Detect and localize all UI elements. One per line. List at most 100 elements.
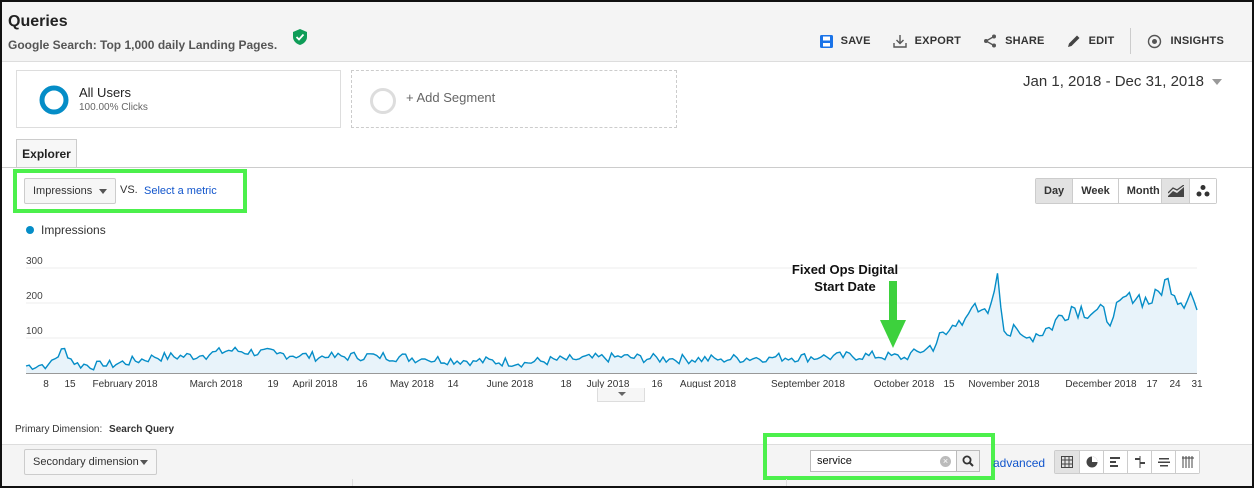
x-tick-label: 14: [447, 379, 459, 388]
page-subtitle: Google Search: Top 1,000 daily Landing P…: [8, 38, 278, 52]
granularity-toggle: Day Week Month: [1035, 178, 1169, 204]
comparison-view-button[interactable]: [1127, 451, 1151, 473]
chart-legend: Impressions: [26, 223, 106, 237]
save-button[interactable]: SAVE: [819, 34, 871, 48]
share-label: SHARE: [1005, 35, 1045, 47]
secondary-dimension-dropdown[interactable]: Secondary dimension: [24, 449, 157, 475]
legend-dot-icon: [26, 226, 34, 234]
secondary-dimension-label: Secondary dimension: [33, 456, 139, 468]
date-range-text: Jan 1, 2018 - Dec 31, 2018: [1023, 73, 1204, 90]
chart-annotation: Fixed Ops Digital Start Date: [783, 261, 907, 295]
page-title: Queries: [8, 13, 68, 30]
download-icon: [892, 34, 907, 48]
x-tick-label: 16: [651, 379, 663, 388]
x-tick-label: December 2018: [1065, 379, 1137, 388]
segment-subtext: 100.00% Clicks: [79, 102, 148, 113]
line-chart-icon: [1167, 185, 1184, 197]
annotation-line-1: Fixed Ops Digital: [791, 262, 899, 277]
x-tick-label: May 2018: [390, 379, 434, 388]
y-tick-label: 200: [26, 291, 43, 302]
bubbles-icon: [1196, 185, 1210, 197]
toolbar-divider: [1130, 28, 1132, 54]
pie-view-button[interactable]: [1079, 451, 1103, 473]
edit-label: EDIT: [1088, 35, 1115, 47]
term-cloud-view-button[interactable]: [1151, 451, 1175, 473]
primary-dimension: Primary Dimension: Search Query: [15, 424, 174, 435]
share-icon: [984, 34, 997, 48]
x-tick-label: 16: [356, 379, 368, 388]
primary-dimension-value[interactable]: Search Query: [109, 424, 174, 435]
annotation-line-2: Start Date: [814, 279, 876, 294]
x-tick-label: 18: [560, 379, 572, 388]
pivot-view-button[interactable]: [1175, 451, 1199, 473]
empty-segment-ring-icon: [370, 88, 396, 114]
x-tick-label: July 2018: [587, 379, 630, 388]
x-tick-label: 19: [267, 379, 279, 388]
x-tick-label: August 2018: [680, 379, 737, 388]
floppy-icon: [819, 34, 833, 48]
grid-icon: [1061, 456, 1073, 468]
add-segment-button[interactable]: + Add Segment: [351, 70, 677, 128]
tab-divider: [2, 167, 1252, 168]
segment-ring-icon: [39, 85, 69, 115]
report-toolbar: SAVE EXPORT SHARE EDIT INSIGHTS: [798, 28, 1224, 54]
share-button[interactable]: SHARE: [983, 34, 1045, 48]
primary-dimension-label: Primary Dimension:: [15, 424, 103, 435]
x-tick-label: 15: [64, 379, 76, 388]
segment-all-users[interactable]: All Users 100.00% Clicks: [16, 70, 341, 128]
impressions-chart: 100 200 300 8 15 February 2018 March 2018 19 Ap…: [25, 256, 1203, 388]
bars-icon: [1109, 457, 1120, 467]
x-tick-label: October 2018: [874, 379, 935, 388]
day-button[interactable]: Day: [1036, 179, 1073, 203]
x-tick-label: 8: [43, 379, 49, 388]
performance-view-button[interactable]: [1103, 451, 1127, 473]
highlight-box-metric: [13, 169, 247, 213]
term-cloud-icon: [1157, 458, 1170, 467]
export-label: EXPORT: [914, 35, 962, 47]
data-table-view-button[interactable]: [1055, 451, 1079, 473]
pie-icon: [1086, 456, 1097, 468]
advanced-filter-link[interactable]: advanced: [993, 456, 1045, 470]
verified-shield-icon: [293, 29, 307, 45]
week-button[interactable]: Week: [1072, 179, 1118, 203]
insights-button[interactable]: INSIGHTS: [1147, 34, 1224, 49]
segment-name: All Users: [79, 85, 132, 100]
edit-button[interactable]: EDIT: [1067, 34, 1115, 48]
impressions-area: [26, 273, 1197, 373]
x-tick-label: November 2018: [968, 379, 1040, 388]
y-tick-label: 300: [26, 256, 43, 267]
y-tick-label: 100: [26, 326, 43, 337]
x-tick-label: March 2018: [190, 379, 243, 388]
motion-chart-button[interactable]: [1189, 179, 1216, 203]
chart-collapse-handle[interactable]: [597, 388, 645, 402]
x-tick-label: February 2018: [92, 379, 157, 388]
pivot-icon: [1181, 456, 1194, 468]
pencil-icon: [1067, 35, 1080, 47]
report-header: Queries Google Search: Top 1,000 daily L…: [2, 2, 1252, 62]
legend-label: Impressions: [41, 223, 106, 237]
table-column-divider: [786, 479, 787, 486]
x-tick-label: June 2018: [487, 379, 534, 388]
table-column-divider: [352, 479, 353, 486]
insights-icon: [1148, 34, 1162, 48]
date-range-picker[interactable]: Jan 1, 2018 - Dec 31, 2018: [1023, 73, 1222, 90]
x-tick-label: 15: [943, 379, 955, 388]
x-tick-label: April 2018: [292, 379, 337, 388]
chart-type-toggle: [1161, 178, 1217, 204]
x-tick-label: 24: [1169, 379, 1181, 388]
chevron-down-icon: [1211, 79, 1222, 86]
export-button[interactable]: EXPORT: [892, 34, 962, 48]
x-tick-label: 31: [1191, 379, 1203, 388]
highlight-box-search: [763, 433, 995, 480]
add-segment-label: + Add Segment: [406, 90, 496, 105]
comparison-icon: [1134, 456, 1145, 468]
save-label: SAVE: [840, 35, 871, 47]
x-tick-label: September 2018: [771, 379, 845, 388]
x-tick-label: 17: [1146, 379, 1158, 388]
tab-explorer[interactable]: Explorer: [16, 139, 77, 168]
insights-label: INSIGHTS: [1170, 35, 1224, 47]
table-view-toggle: [1054, 450, 1200, 474]
line-chart-button[interactable]: [1162, 179, 1189, 203]
annotation-arrow-head: [880, 320, 906, 348]
chevron-down-icon: [140, 460, 148, 465]
